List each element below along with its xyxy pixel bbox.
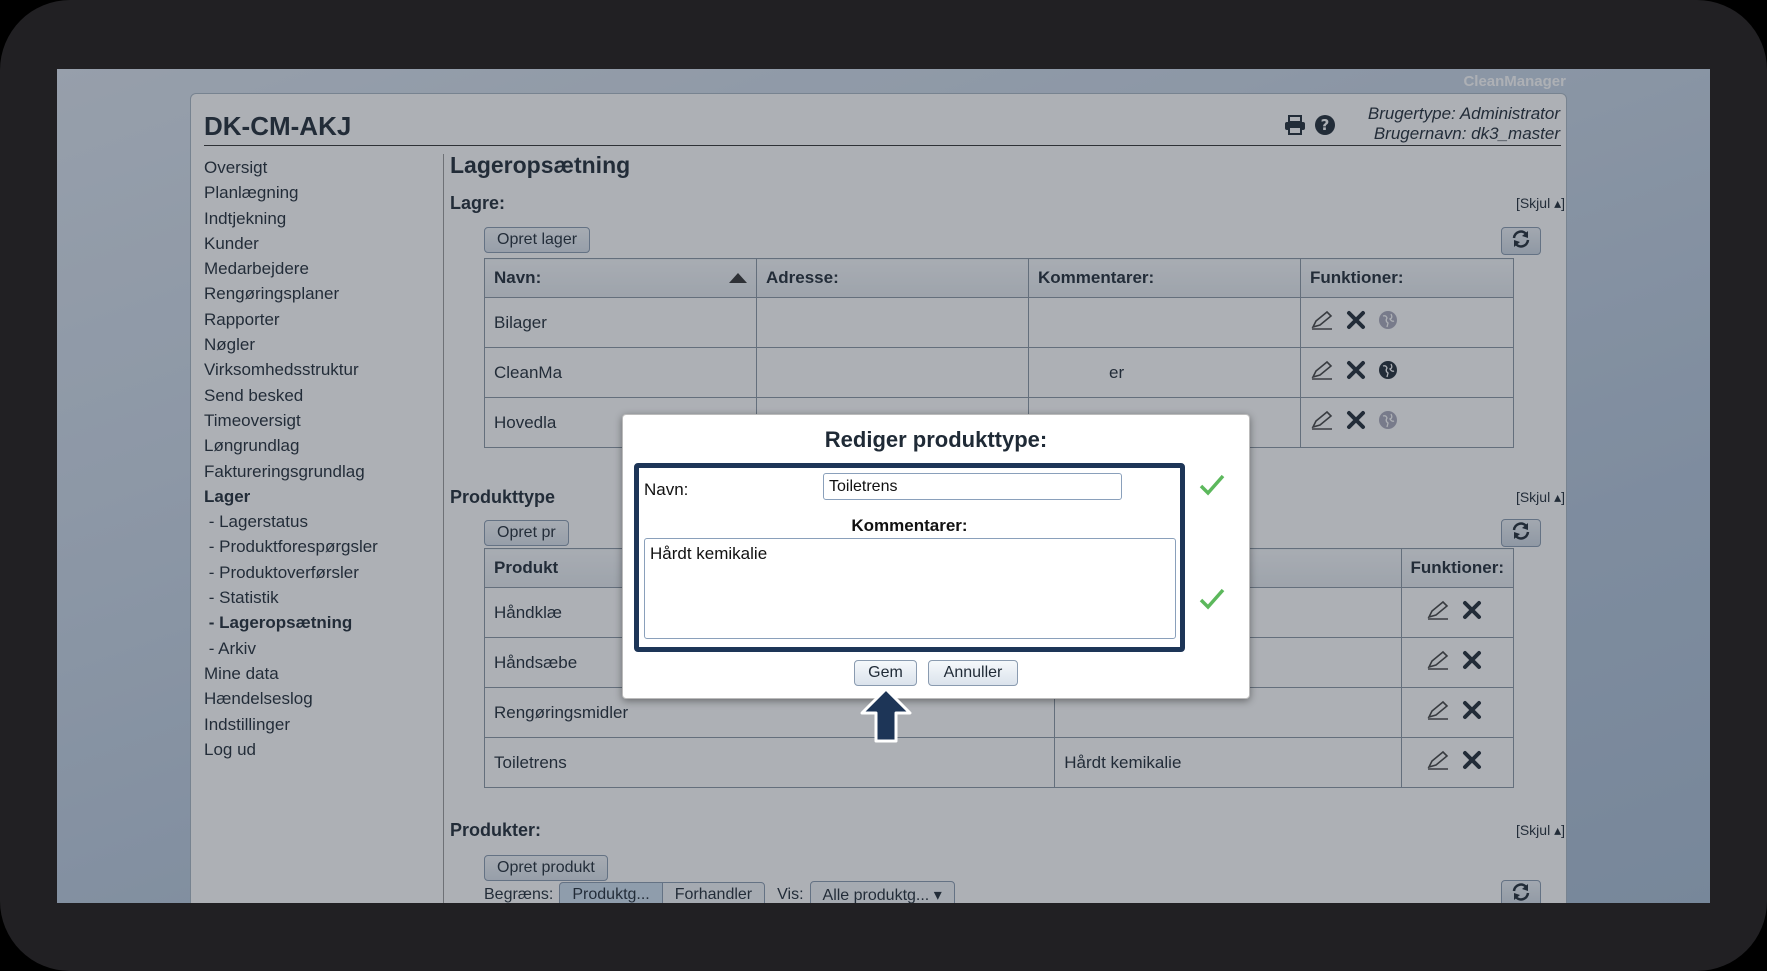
pointer-arrow-icon — [860, 687, 912, 748]
edit-product-type-dialog: Rediger produkttype: Navn: Kommentarer: … — [622, 414, 1250, 699]
browser-viewport: CleanManager DK-CM-AKJ ? Brugertype: Adm… — [57, 69, 1710, 903]
save-button[interactable]: Gem — [854, 660, 917, 686]
navn-label: Navn: — [644, 480, 689, 499]
kommentarer-label: Kommentarer: — [851, 516, 968, 535]
cancel-button[interactable]: Annuller — [928, 660, 1018, 686]
navn-valid-check-icon — [1199, 473, 1225, 502]
navn-input[interactable] — [823, 473, 1122, 500]
dialog-form-highlight: Navn: Kommentarer: Hårdt kemikalie — [634, 463, 1185, 652]
dialog-title: Rediger produkttype: — [824, 427, 1048, 452]
kommentarer-valid-check-icon — [1199, 587, 1225, 616]
device-frame: CleanManager DK-CM-AKJ ? Brugertype: Adm… — [0, 0, 1767, 971]
kommentarer-textarea[interactable]: Hårdt kemikalie — [644, 538, 1176, 639]
